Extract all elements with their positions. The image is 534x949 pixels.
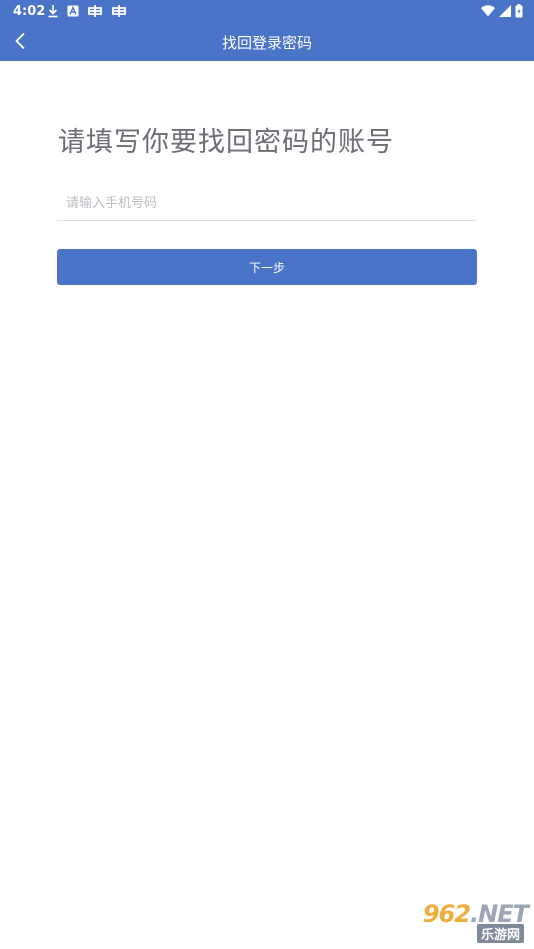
header: 4:02 找回登录密码 bbox=[0, 0, 534, 61]
signal-icon bbox=[499, 3, 511, 19]
status-time: 4:02 bbox=[13, 4, 46, 19]
site-watermark: 962.NET 乐游网 bbox=[396, 900, 529, 943]
download-icon bbox=[47, 3, 59, 19]
bug-icon bbox=[87, 3, 103, 19]
bug-icon bbox=[111, 3, 127, 19]
next-step-button[interactable]: 下一步 bbox=[57, 249, 477, 285]
screen: 4:02 找回登录密码 请填写你要找回密码的账号 请输入手机号码 下一步 962… bbox=[0, 0, 534, 949]
wifi-icon bbox=[481, 3, 495, 19]
watermark-main-text: 962 bbox=[422, 900, 471, 928]
page-title: 找回登录密码 bbox=[221, 34, 312, 52]
battery-icon bbox=[515, 3, 523, 19]
app-bar: 找回登录密码 bbox=[0, 24, 534, 61]
a-icon bbox=[67, 3, 79, 19]
status-system-icons bbox=[481, 3, 523, 19]
status-notification-icons bbox=[47, 3, 127, 19]
watermark-sub-text: 乐游网 bbox=[476, 924, 524, 943]
status-bar: 4:02 bbox=[0, 0, 534, 24]
form-heading: 请填写你要找回密码的账号 bbox=[58, 127, 394, 158]
phone-number-input[interactable] bbox=[57, 186, 477, 221]
